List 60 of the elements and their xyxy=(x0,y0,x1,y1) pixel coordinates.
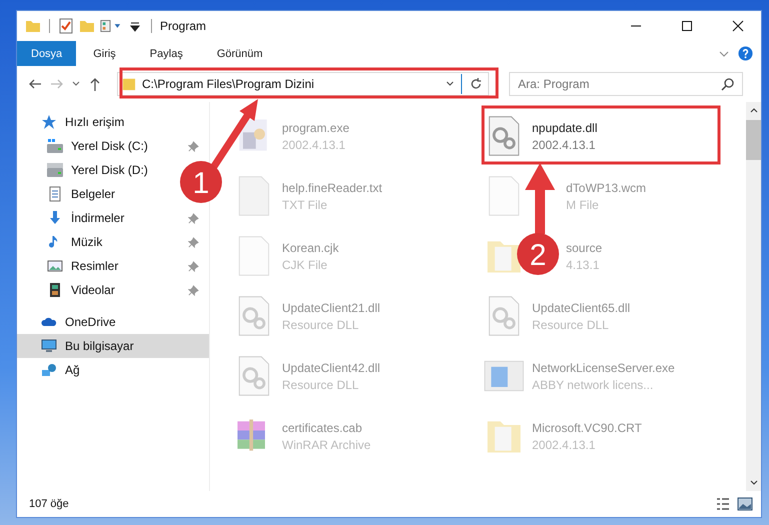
large-icons-view-icon[interactable] xyxy=(737,496,753,512)
sidebar-item[interactable]: Videolar xyxy=(17,278,203,302)
folder-icon xyxy=(122,77,136,91)
download-arrow-icon xyxy=(47,210,63,226)
network-icon xyxy=(41,362,57,378)
file-detail: TXT File xyxy=(282,198,328,212)
file-detail: Resource DLL xyxy=(282,378,360,392)
pin-icon[interactable] xyxy=(188,236,199,248)
scroll-thumb[interactable] xyxy=(746,120,761,160)
drive-icon xyxy=(47,138,63,154)
step-badge: 1 xyxy=(180,161,222,203)
picture-icon xyxy=(47,258,63,274)
address-path: C:\Program Files\Program Dizini xyxy=(142,77,314,91)
maximize-icon xyxy=(681,20,693,32)
pin-icon[interactable] xyxy=(188,284,199,296)
ribbon-tab[interactable]: Dosya xyxy=(17,41,76,66)
file-detail: 4.13.1 xyxy=(566,258,600,272)
scrollbar[interactable] xyxy=(746,102,761,491)
callout-arrow xyxy=(210,99,258,170)
item-count: 107 öğe xyxy=(29,498,69,510)
document-icon xyxy=(47,186,63,202)
sidebar-item[interactable]: Yerel Disk (D:) xyxy=(17,158,152,182)
sidebar-item[interactable]: OneDrive xyxy=(17,310,120,334)
address-field[interactable]: C:\Program Files\Program Dizini xyxy=(117,72,489,96)
help-icon[interactable] xyxy=(738,46,753,61)
file-detail: 2002.4.13.1 xyxy=(532,138,596,152)
search-icon[interactable] xyxy=(720,76,736,92)
film-icon xyxy=(47,282,63,298)
sidebar-item[interactable]: Hızlı erişim xyxy=(17,110,128,134)
file-detail: 2002.4.13.1 xyxy=(282,138,346,152)
file-detail: M File xyxy=(566,198,600,212)
close-icon xyxy=(732,20,744,32)
sidebar-item[interactable]: Yerel Disk (C:) xyxy=(17,134,203,158)
details-view-icon[interactable] xyxy=(715,496,731,512)
checkmark-icon[interactable] xyxy=(58,18,74,34)
monitor-icon xyxy=(41,338,57,354)
search-field[interactable]: Ara: Program xyxy=(509,72,743,96)
pin-icon[interactable] xyxy=(188,212,199,224)
file-detail: CJK File xyxy=(282,258,328,272)
window-title: Program xyxy=(160,19,206,33)
file-detail: ABBY network licens... xyxy=(532,378,654,392)
step-badge: 2 xyxy=(517,233,559,275)
star-icon xyxy=(41,114,57,130)
file-detail: WinRAR Archive xyxy=(282,438,371,452)
sidebar-item[interactable]: Bu bilgisayar xyxy=(17,334,209,358)
sidebar-item[interactable]: İndirmeler xyxy=(17,206,203,230)
file-name[interactable]: npupdate.dll xyxy=(532,120,598,134)
minimize-icon xyxy=(630,25,642,27)
drive-icon xyxy=(47,162,63,178)
sidebar-item[interactable]: Resimler xyxy=(17,254,203,278)
sidebar-item[interactable]: Belgeler xyxy=(17,182,120,206)
sidebar-item[interactable]: Müzik xyxy=(17,230,203,254)
pin-icon[interactable] xyxy=(188,140,199,152)
file-detail: 2002.4.13.1 xyxy=(532,438,596,452)
file-detail: Resource DLL xyxy=(532,318,610,332)
sidebar-item[interactable]: Ağ xyxy=(17,358,84,382)
file-detail: Resource DLL xyxy=(282,318,360,332)
properties-icon[interactable] xyxy=(100,18,122,34)
pin-icon[interactable] xyxy=(188,260,199,272)
callout-arrow xyxy=(525,163,555,234)
